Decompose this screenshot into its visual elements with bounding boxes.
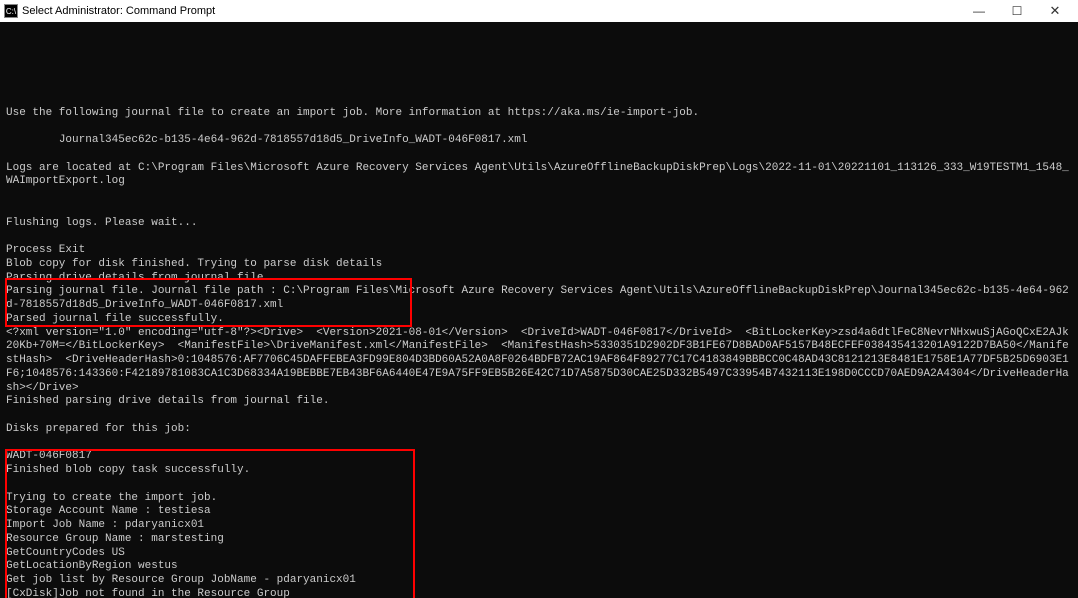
terminal-line bbox=[6, 230, 1072, 244]
terminal-line bbox=[6, 437, 1072, 451]
cmd-icon: C:\ bbox=[4, 4, 18, 18]
titlebar: C:\ Select Administrator: Command Prompt… bbox=[0, 0, 1078, 22]
terminal-line: WADT-046F0817 bbox=[6, 450, 1072, 464]
terminal-line bbox=[6, 120, 1072, 134]
titlebar-left: C:\ Select Administrator: Command Prompt bbox=[4, 4, 215, 18]
terminal-line: Finished blob copy task successfully. bbox=[6, 464, 1072, 478]
close-button[interactable]: ✕ bbox=[1036, 0, 1074, 22]
terminal-line: Parsing journal file. Journal file path … bbox=[6, 285, 1072, 313]
terminal-line: <?xml version="1.0" encoding="utf-8"?><D… bbox=[6, 327, 1072, 396]
terminal-line: Use the following journal file to create… bbox=[6, 107, 1072, 121]
terminal-line: Get job list by Resource Group JobName -… bbox=[6, 574, 1072, 588]
terminal-line: Blob copy for disk finished. Trying to p… bbox=[6, 258, 1072, 272]
terminal-line: Storage Account Name : testiesa bbox=[6, 505, 1072, 519]
terminal-line: Import Job Name : pdaryanicx01 bbox=[6, 519, 1072, 533]
terminal-line bbox=[6, 409, 1072, 423]
terminal-line: [CxDisk]Job not found in the Resource Gr… bbox=[6, 588, 1072, 598]
terminal-line: Process Exit bbox=[6, 244, 1072, 258]
terminal-line: Journal345ec62c-b135-4e64-962d-7818557d1… bbox=[6, 134, 1072, 148]
terminal-line: Logs are located at C:\Program Files\Mic… bbox=[6, 162, 1072, 190]
terminal-line: Resource Group Name : marstesting bbox=[6, 533, 1072, 547]
terminal-line: GetLocationByRegion westus bbox=[6, 560, 1072, 574]
terminal-line: Finished parsing drive details from jour… bbox=[6, 395, 1072, 409]
maximize-button[interactable]: ☐ bbox=[998, 0, 1036, 22]
minimize-button[interactable]: — bbox=[960, 0, 998, 22]
terminal-line bbox=[6, 203, 1072, 217]
titlebar-controls: — ☐ ✕ bbox=[960, 0, 1074, 22]
window-title: Select Administrator: Command Prompt bbox=[22, 5, 215, 17]
terminal-line: Flushing logs. Please wait... bbox=[6, 217, 1072, 231]
terminal-line: Disks prepared for this job: bbox=[6, 423, 1072, 437]
terminal-line: Trying to create the import job. bbox=[6, 492, 1072, 506]
terminal-line bbox=[6, 148, 1072, 162]
terminal-line bbox=[6, 478, 1072, 492]
terminal-area[interactable]: Use the following journal file to create… bbox=[0, 22, 1078, 598]
terminal-line bbox=[6, 189, 1072, 203]
terminal-line: Parsed journal file successfully. bbox=[6, 313, 1072, 327]
terminal-line: Parsing drive details from journal file. bbox=[6, 272, 1072, 286]
terminal-line: GetCountryCodes US bbox=[6, 547, 1072, 561]
